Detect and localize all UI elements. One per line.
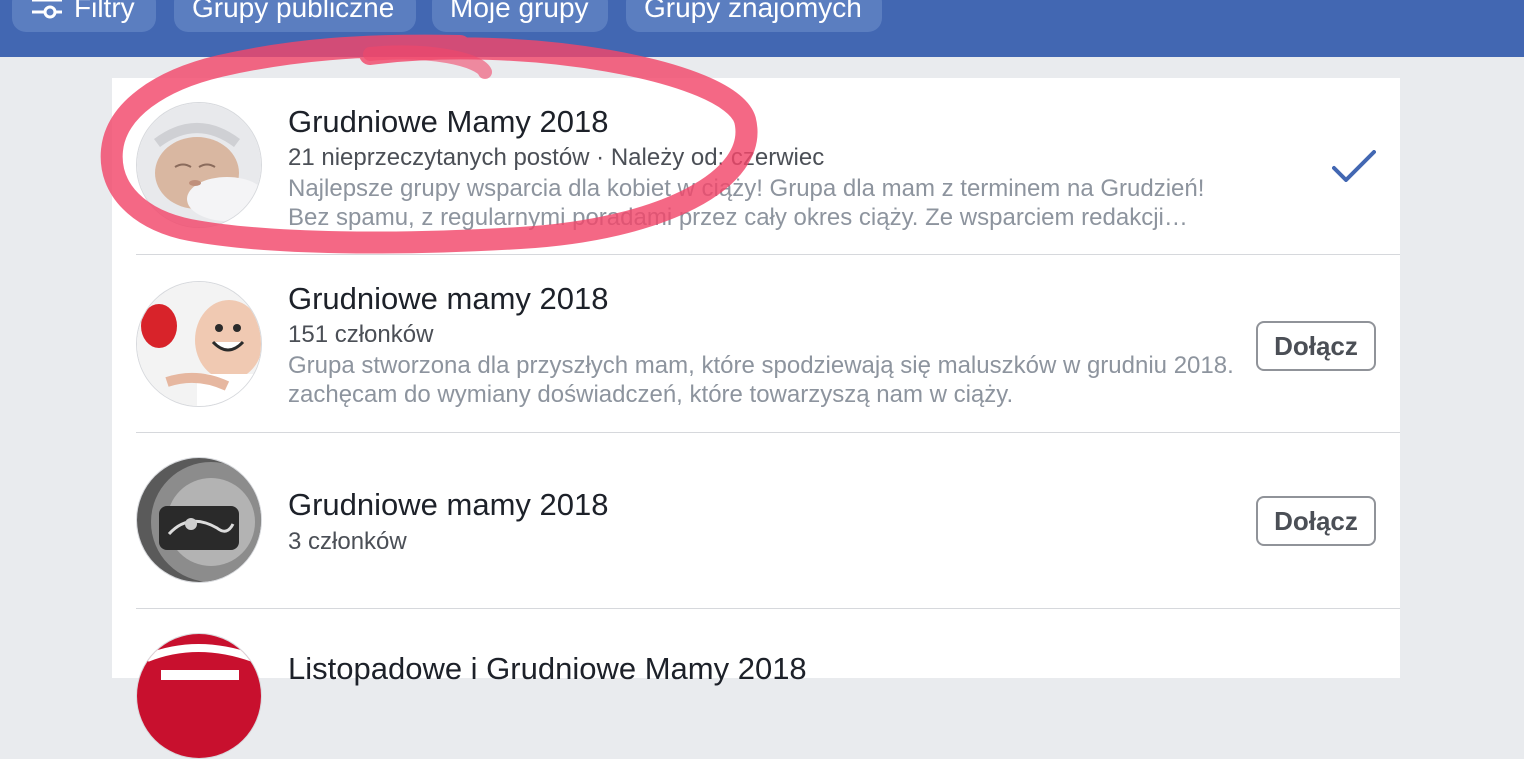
filter-bar: Filtry Grupy publiczne Moje grupy Grupy …: [0, 0, 1524, 57]
group-name[interactable]: Grudniowe mamy 2018: [288, 487, 609, 523]
friends-groups-label: Grupy znajomych: [644, 0, 862, 23]
group-description: Najlepsze grupy wsparcia dla kobiet w ci…: [288, 175, 1205, 231]
group-search-results: Grudniowe Mamy 2018 21 nieprzeczytanych …: [112, 78, 1400, 759]
group-name[interactable]: Grudniowe mamy 2018: [288, 281, 609, 317]
group-name[interactable]: Grudniowe Mamy 2018: [288, 104, 609, 140]
join-button[interactable]: Dołącz: [1256, 496, 1376, 546]
public-groups-chip[interactable]: Grupy publiczne: [174, 0, 416, 32]
friends-groups-chip[interactable]: Grupy znajomych: [626, 0, 882, 32]
group-avatar: [136, 281, 262, 407]
filter-sliders-icon: [30, 0, 64, 32]
group-result-item[interactable]: Grudniowe Mamy 2018 21 nieprzeczytanych …: [112, 78, 1400, 254]
my-groups-label: Moje grupy: [450, 0, 589, 23]
checkmark-icon: [1332, 150, 1376, 187]
filters-button[interactable]: Filtry: [12, 0, 156, 32]
join-button[interactable]: Dołącz: [1256, 321, 1376, 371]
filters-label: Filtry: [74, 0, 135, 23]
group-description: Grupa stworzona dla przyszłych mam, któr…: [288, 352, 1234, 408]
group-name[interactable]: Listopadowe i Grudniowe Mamy 2018: [288, 651, 807, 687]
group-result-item[interactable]: Grudniowe mamy 2018 151 członków Grupa s…: [112, 255, 1400, 432]
group-meta: 21 nieprzeczytanych postów · Należy od: …: [288, 144, 825, 171]
group-meta: 151 członków: [288, 321, 434, 348]
group-meta: 3 członków: [288, 528, 407, 555]
my-groups-chip[interactable]: Moje grupy: [432, 0, 608, 32]
group-result-item[interactable]: Listopadowe i Grudniowe Mamy 2018: [112, 609, 1400, 759]
public-groups-label: Grupy publiczne: [192, 0, 395, 23]
group-result-item[interactable]: Grudniowe mamy 2018 3 członków Dołącz: [112, 433, 1400, 608]
group-avatar: [136, 633, 262, 759]
group-avatar: [136, 102, 262, 228]
group-avatar: [136, 457, 262, 583]
